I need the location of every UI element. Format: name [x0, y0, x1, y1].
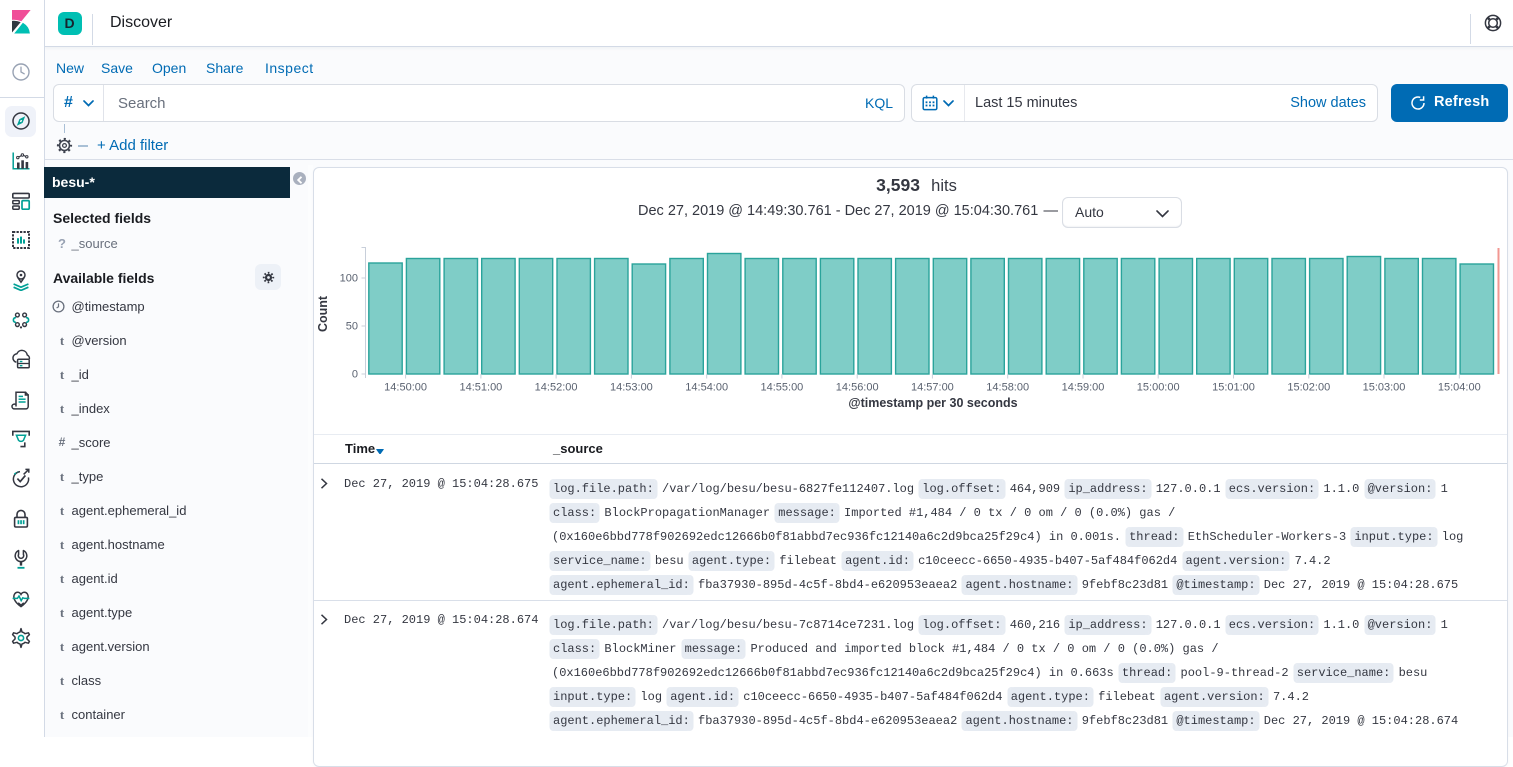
svg-text:0: 0 — [352, 369, 358, 381]
svg-text:@timestamp per 30 seconds: @timestamp per 30 seconds — [848, 396, 1017, 410]
svg-text:14:55:00: 14:55:00 — [760, 382, 803, 394]
svg-text:50: 50 — [346, 321, 358, 333]
svg-text:15:03:00: 15:03:00 — [1363, 382, 1406, 394]
svg-text:14:51:00: 14:51:00 — [459, 382, 502, 394]
svg-text:14:52:00: 14:52:00 — [535, 382, 578, 394]
svg-text:14:53:00: 14:53:00 — [610, 382, 653, 394]
svg-text:15:01:00: 15:01:00 — [1212, 382, 1255, 394]
svg-text:14:58:00: 14:58:00 — [986, 382, 1029, 394]
svg-text:100: 100 — [340, 273, 358, 285]
svg-text:15:00:00: 15:00:00 — [1137, 382, 1180, 394]
svg-text:14:56:00: 14:56:00 — [836, 382, 879, 394]
svg-text:14:54:00: 14:54:00 — [685, 382, 728, 394]
svg-text:14:57:00: 14:57:00 — [911, 382, 954, 394]
svg-text:14:59:00: 14:59:00 — [1062, 382, 1105, 394]
svg-text:14:50:00: 14:50:00 — [384, 382, 427, 394]
svg-text:15:02:00: 15:02:00 — [1287, 382, 1330, 394]
svg-text:Count: Count — [316, 295, 330, 332]
svg-text:15:04:00: 15:04:00 — [1438, 382, 1481, 394]
